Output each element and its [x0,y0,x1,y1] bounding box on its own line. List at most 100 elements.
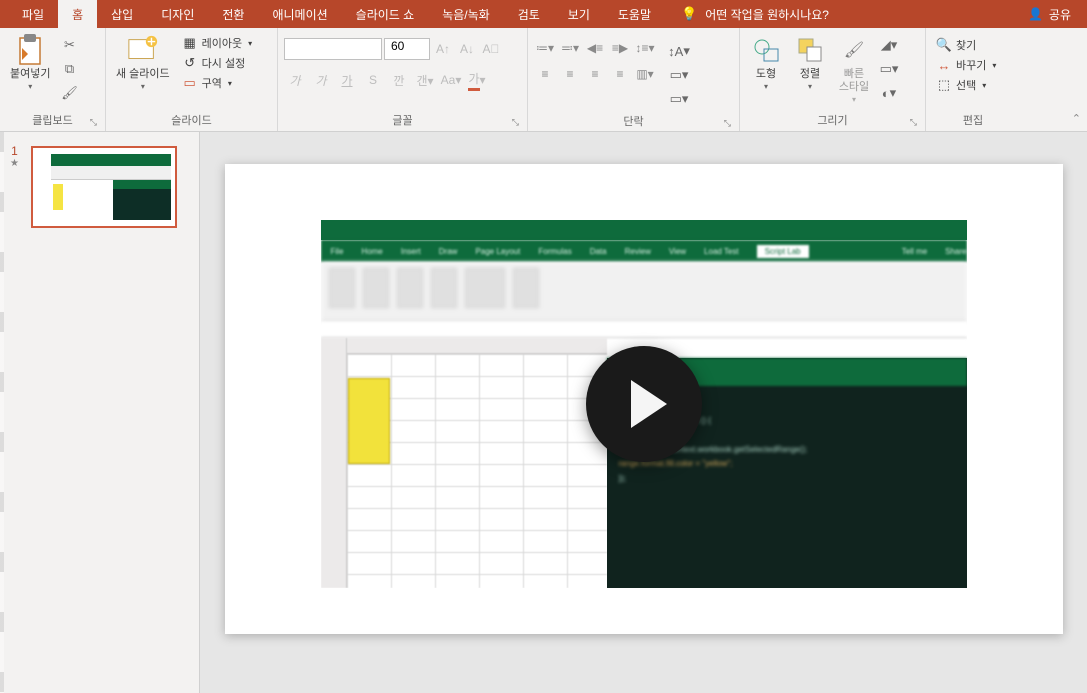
shapes-icon [750,34,782,66]
arrange-button[interactable]: 정렬▾ [790,32,830,93]
columns-button[interactable]: ▥▾ [634,64,656,84]
align-center-button[interactable]: ≡ [559,64,581,84]
paste-button[interactable]: 붙여넣기 ▾ [6,32,54,93]
justify-button[interactable]: ≡ [609,64,631,84]
font-grow-icon: A↑ [436,42,450,56]
replace-button[interactable]: ↔바꾸기▾ [932,56,1000,74]
video-excel-ribbon [321,262,967,322]
layout-button[interactable]: ▦레이아웃▾ [178,34,257,52]
dialog-launcher-icon[interactable]: ⤡ [724,118,731,129]
clear-formatting-button[interactable]: A⃠ [480,39,502,59]
home-tab[interactable]: 홈 [58,0,97,28]
slides-group-label: 슬라이드 [112,109,271,131]
layout-icon: ▦ [182,35,198,51]
scissors-icon: ✂ [64,37,75,53]
paragraph-group-label: 단락 ⤡ [534,110,733,132]
italic-button[interactable]: 가 [310,70,332,90]
brush-icon: 🖌 [61,85,78,101]
increase-font-button[interactable]: A↑ [432,39,454,59]
video-play-button[interactable] [586,346,702,462]
decrease-indent-button[interactable]: ◀≡ [584,38,606,58]
section-button[interactable]: ▭구역▾ [178,74,257,92]
reset-button[interactable]: ↺다시 설정 [178,54,257,72]
cut-button[interactable]: ✂ [58,34,80,56]
font-color-button[interactable]: 가▾ [466,70,488,90]
quick-styles-icon: 🖌 [838,34,870,66]
smartart-button[interactable]: ▭▾ [668,88,690,110]
strikethrough-button[interactable]: S [362,70,384,90]
help-tab[interactable]: 도움말 [604,0,665,28]
fill-icon: ◢ [881,37,891,53]
format-painter-button[interactable]: 🖌 [58,82,80,104]
tell-me-label: 어떤 작업을 원하시나요? [705,6,829,23]
design-tab[interactable]: 디자인 [147,0,208,28]
bold-button[interactable]: 가 [284,70,306,90]
search-icon: 🔍 [936,37,952,53]
new-slide-button[interactable]: 새 슬라이드 ▾ [112,32,174,93]
align-vert-icon: ▭ [670,67,682,83]
dialog-launcher-icon[interactable]: ⤡ [910,117,917,128]
underline-button[interactable]: 가 [336,70,358,90]
video-object[interactable]: FileHomeInsertDrawPage LayoutFormulasDat… [321,220,967,588]
file-tab[interactable]: 파일 [8,0,58,28]
align-left-button[interactable]: ≡ [534,64,556,84]
align-right-button[interactable]: ≡ [584,64,606,84]
slide-canvas[interactable]: FileHomeInsertDrawPage LayoutFormulasDat… [225,164,1063,634]
view-tab[interactable]: 보기 [554,0,604,28]
collapse-ribbon-button[interactable]: ⌃ [1072,112,1081,125]
shape-fill-button[interactable]: ◢▾ [878,34,900,56]
slide-thumbnails-panel[interactable]: 1 ★ [0,132,200,693]
clipboard-group-label: 클립보드 ⤡ [6,109,99,131]
video-excel-sheet [321,338,607,588]
video-yellow-cells [348,378,390,464]
align-text-button[interactable]: ▭▾ [668,64,690,86]
slide-thumbnail-1[interactable] [31,146,177,228]
copy-icon: ⧉ [65,61,74,77]
dialog-launcher-icon[interactable]: ⤡ [512,117,519,128]
text-shadow-button[interactable]: 깐 [388,70,410,90]
font-size-select[interactable]: 60 [384,38,430,60]
slide-canvas-area[interactable]: FileHomeInsertDrawPage LayoutFormulasDat… [200,132,1087,693]
line-spacing-button[interactable]: ↕≡▾ [634,38,656,58]
tell-me-search[interactable]: 💡 어떤 작업을 원하시나요? [665,6,829,23]
reset-icon: ↺ [182,55,198,71]
copy-button[interactable]: ⧉ [58,58,80,80]
dialog-launcher-icon[interactable]: ⤡ [90,117,97,128]
char-spacing-button[interactable]: 갠▾ [414,70,436,90]
share-icon: 👤 [1028,7,1043,21]
editing-group-label: 편집 [932,109,1014,131]
quick-styles-button[interactable]: 🖌 빠른 스타일▾ [834,32,874,106]
find-button[interactable]: 🔍찾기 [932,36,1000,54]
video-excel-tabs: FileHomeInsertDrawPage LayoutFormulasDat… [321,240,967,262]
shape-outline-button[interactable]: ▭▾ [878,58,900,80]
record-tab[interactable]: 녹음/녹화 [428,0,504,28]
lightbulb-icon: 💡 [681,6,697,22]
insert-tab[interactable]: 삽입 [97,0,147,28]
increase-indent-button[interactable]: ≡▶ [609,38,631,58]
review-tab[interactable]: 검토 [504,0,554,28]
outline-icon: ▭ [880,61,892,77]
numbering-button[interactable]: ≕▾ [559,38,581,58]
chevron-down-icon: ▾ [28,82,32,91]
change-case-button[interactable]: Aa▾ [440,70,462,90]
shapes-button[interactable]: 도형▾ [746,32,786,93]
shape-effects-button[interactable]: ◐▾ [878,82,900,104]
bullets-button[interactable]: ≔▾ [534,38,556,58]
decrease-font-button[interactable]: A↓ [456,39,478,59]
text-direction-button[interactable]: ↕A▾ [668,40,690,62]
clipboard-icon [14,34,46,66]
transitions-tab[interactable]: 전환 [208,0,258,28]
slide-number: 1 [11,144,18,158]
font-group-label: 글꼴 ⤡ [284,109,521,131]
share-label: 공유 [1049,6,1071,23]
animations-tab[interactable]: 애니메이션 [258,0,341,28]
share-button[interactable]: 👤 공유 [1028,6,1071,23]
eraser-icon: A⃠ [482,42,499,56]
font-family-select[interactable] [284,38,382,60]
select-button[interactable]: ⬚선택▾ [932,76,1000,94]
font-shrink-icon: A↓ [460,42,474,56]
paste-label: 붙여넣기 [10,68,50,81]
section-icon: ▭ [182,75,198,91]
text-direction-icon: ↕A [668,44,683,59]
slideshow-tab[interactable]: 슬라이드 쇼 [342,0,429,28]
